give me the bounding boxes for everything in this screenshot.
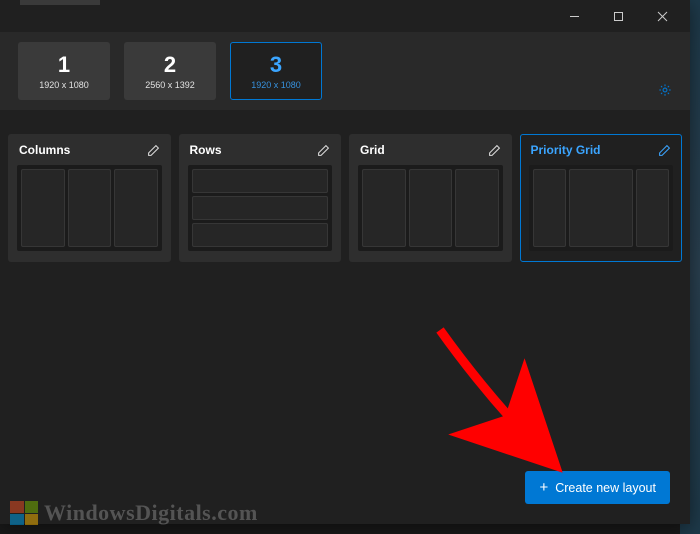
monitor-number: 3 bbox=[270, 52, 282, 78]
layout-preview bbox=[358, 165, 503, 251]
layout-preview bbox=[17, 165, 162, 251]
create-new-layout-button[interactable]: + Create new layout bbox=[525, 471, 670, 504]
layout-preview bbox=[529, 165, 674, 251]
layout-rows[interactable]: Rows bbox=[179, 134, 342, 262]
layout-title: Grid bbox=[360, 143, 385, 157]
create-label: Create new layout bbox=[555, 481, 656, 495]
monitor-resolution: 1920 x 1080 bbox=[39, 80, 89, 90]
maximize-button[interactable] bbox=[598, 2, 638, 30]
monitor-resolution: 2560 x 1392 bbox=[145, 80, 195, 90]
monitor-resolution: 1920 x 1080 bbox=[251, 80, 301, 90]
plus-icon: + bbox=[539, 480, 548, 495]
fancyzones-editor-window: 1 1920 x 1080 2 2560 x 1392 3 1920 x 108… bbox=[0, 0, 690, 524]
layout-priority-grid[interactable]: Priority Grid bbox=[520, 134, 683, 262]
watermark: WindowsDigitals.com bbox=[10, 500, 258, 526]
layout-title: Columns bbox=[19, 143, 70, 157]
close-button[interactable] bbox=[642, 2, 682, 30]
titlebar bbox=[0, 0, 690, 32]
edit-icon[interactable] bbox=[147, 144, 160, 157]
layout-grid[interactable]: Grid bbox=[349, 134, 512, 262]
monitor-number: 1 bbox=[58, 52, 70, 78]
windows-logo-icon bbox=[10, 501, 38, 525]
layout-title: Rows bbox=[190, 143, 222, 157]
monitor-3[interactable]: 3 1920 x 1080 bbox=[230, 42, 322, 100]
monitor-selector-bar: 1 1920 x 1080 2 2560 x 1392 3 1920 x 108… bbox=[0, 32, 690, 110]
monitor-2[interactable]: 2 2560 x 1392 bbox=[124, 42, 216, 100]
edit-icon[interactable] bbox=[488, 144, 501, 157]
layout-columns[interactable]: Columns bbox=[8, 134, 171, 262]
minimize-button[interactable] bbox=[554, 2, 594, 30]
layout-preview bbox=[188, 165, 333, 251]
edit-icon[interactable] bbox=[658, 144, 671, 157]
settings-icon[interactable] bbox=[658, 83, 672, 102]
layouts-grid: Columns Rows Grid bbox=[0, 110, 690, 262]
edit-icon[interactable] bbox=[317, 144, 330, 157]
watermark-text: WindowsDigitals.com bbox=[44, 500, 258, 526]
monitor-number: 2 bbox=[164, 52, 176, 78]
layout-title: Priority Grid bbox=[531, 143, 601, 157]
monitor-1[interactable]: 1 1920 x 1080 bbox=[18, 42, 110, 100]
